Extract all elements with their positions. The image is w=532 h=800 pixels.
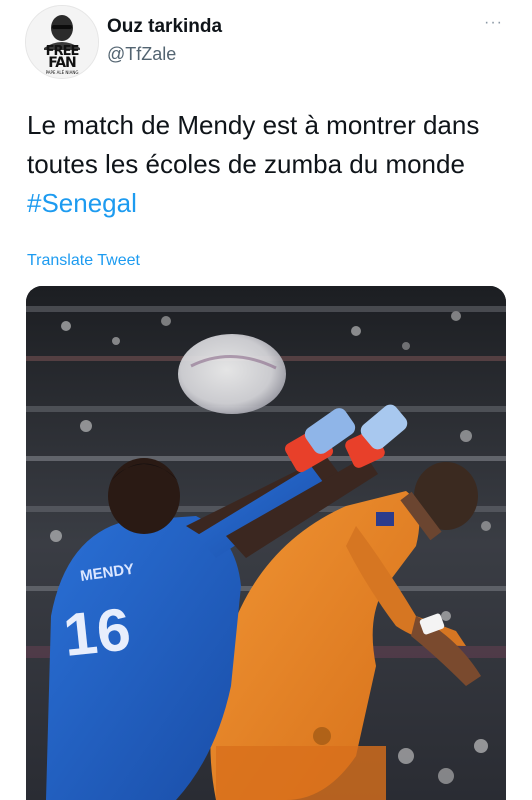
tweet-text: Le match de Mendy est à montrer dans tou… xyxy=(27,106,507,223)
match-photo: MENDY 16 xyxy=(26,286,506,800)
jersey-number: 16 xyxy=(60,595,133,669)
avatar-logo-line3: PAPE ALÉ NIANG xyxy=(45,70,79,75)
translate-tweet-link[interactable]: Translate Tweet xyxy=(27,252,140,270)
avatar[interactable]: FREE FAN PAPE ALÉ NIANG xyxy=(25,5,99,79)
tweet-media-image[interactable]: MENDY 16 xyxy=(26,286,506,800)
avatar-logo-line2: FAN xyxy=(48,55,77,71)
tweet-card: FREE FAN PAPE ALÉ NIANG Ouz tarkinda @Tf… xyxy=(0,0,532,800)
more-horizontal-icon[interactable]: ··· xyxy=(484,14,503,32)
author-handle[interactable]: @TfZale xyxy=(107,44,176,65)
ball xyxy=(178,334,286,414)
author-display-name[interactable]: Ouz tarkinda xyxy=(107,16,222,38)
hashtag-link[interactable]: #Senegal xyxy=(27,188,137,218)
tweet-body: Le match de Mendy est à montrer dans tou… xyxy=(27,110,480,179)
